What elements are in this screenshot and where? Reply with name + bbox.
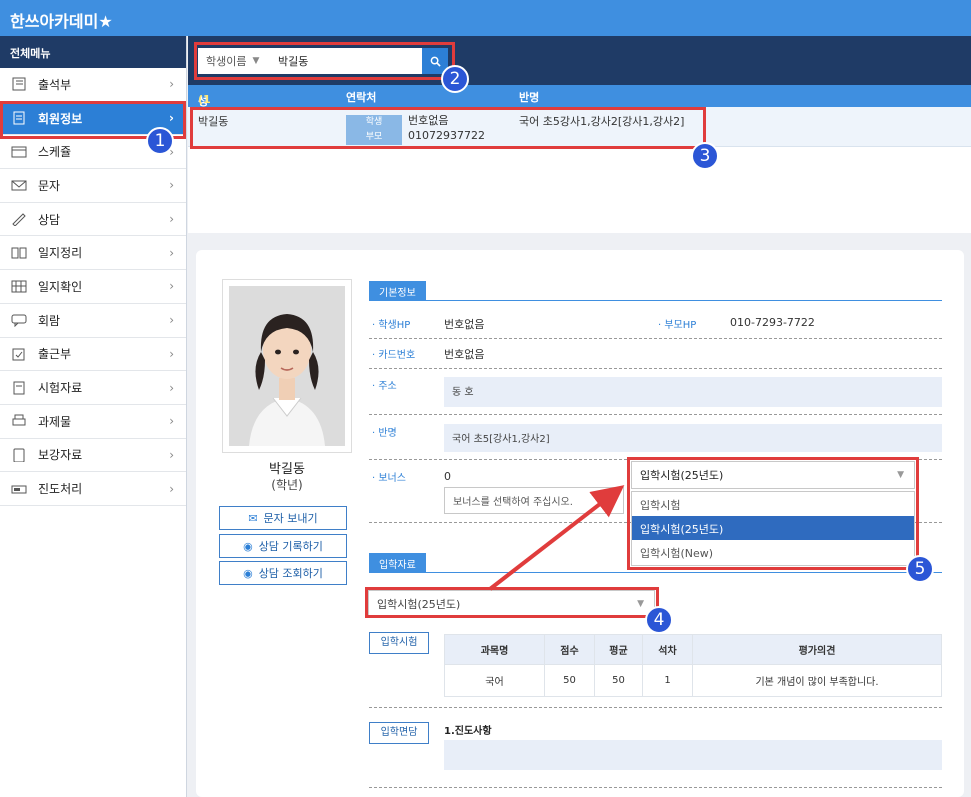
annotation-badge-4: 4	[645, 606, 673, 634]
annotation-badge-1: 1	[146, 127, 174, 155]
annotation-badge-3: 3	[691, 142, 719, 170]
annotation-badge-5: 5	[906, 555, 934, 583]
annotation-badge-2: 2	[441, 65, 469, 93]
annotation-arrow	[488, 485, 625, 591]
